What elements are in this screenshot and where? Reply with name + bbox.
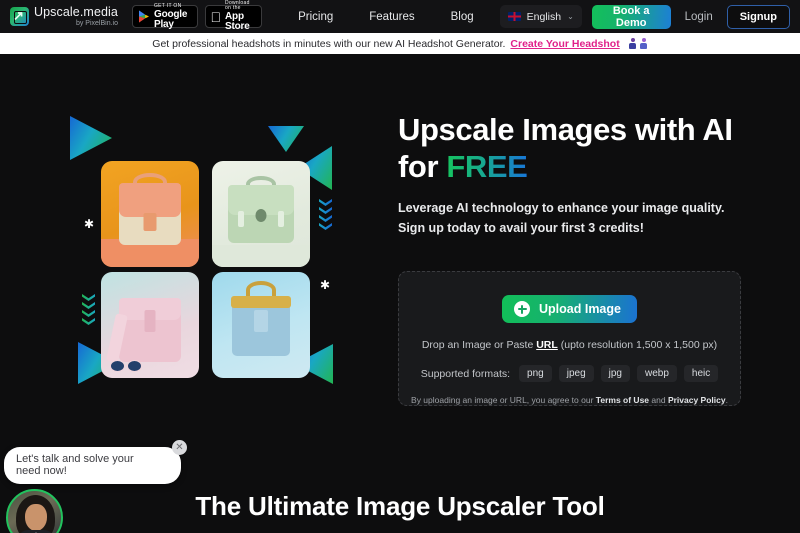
terms-suffix: . bbox=[725, 395, 728, 405]
google-play-badge[interactable]: GET IT ON Google Play bbox=[131, 2, 198, 30]
handbag-green-image bbox=[212, 161, 310, 267]
triangle-gradient-icon bbox=[70, 116, 112, 160]
announcement-bar: Get professional headshots in minutes wi… bbox=[0, 33, 800, 54]
headline-line-2-prefix: for bbox=[398, 148, 447, 184]
sunglasses-icon bbox=[110, 360, 146, 373]
drop-prefix: Drop an Image or Paste bbox=[421, 339, 537, 351]
nav-links: Pricing Features Blog bbox=[280, 11, 492, 23]
upscale-arrow-logo-icon bbox=[10, 6, 29, 26]
triangle-gradient-icon bbox=[268, 126, 304, 152]
person-icon bbox=[629, 38, 637, 49]
upload-image-button[interactable]: Upload Image bbox=[502, 295, 637, 323]
brand-title: Upscale.media bbox=[34, 4, 118, 19]
apple-icon:  bbox=[211, 10, 222, 24]
drop-instruction: Drop an Image or Paste URL (upto resolut… bbox=[422, 339, 717, 351]
app-store-badge-small: Download on the bbox=[217, 0, 250, 11]
terms-prefix: By uploading an image or URL, you agree … bbox=[411, 395, 596, 405]
bottom-section-title: The Ultimate Image Upscaler Tool bbox=[195, 491, 605, 521]
format-chip-jpeg[interactable]: jpeg bbox=[558, 365, 594, 382]
terms-of-use-link[interactable]: Terms of Use bbox=[596, 395, 649, 405]
app-store-badge[interactable]:  Download on the App Store bbox=[204, 1, 263, 32]
brand-text: Upscale.media by PixelBin.io bbox=[34, 6, 118, 28]
hero-subcopy: Leverage AI technology to enhance your i… bbox=[398, 201, 725, 235]
upload-dropzone-card[interactable]: Upload Image Drop an Image or Paste URL … bbox=[398, 271, 741, 406]
login-link[interactable]: Login bbox=[671, 11, 727, 23]
chat-message-text: Let's talk and solve your need now! bbox=[16, 453, 134, 477]
brand-logo[interactable]: Upscale.media by PixelBin.io bbox=[8, 6, 118, 28]
chevron-stack-blue-icon bbox=[319, 199, 332, 230]
drop-suffix: (upto resolution 1,500 x 1,500 px) bbox=[557, 339, 718, 351]
bottom-section: The Ultimate Image Upscaler Tool bbox=[0, 480, 800, 533]
headline-line-1: Upscale Images with AI bbox=[398, 112, 733, 147]
person-icon bbox=[640, 38, 648, 49]
plus-circle-icon bbox=[514, 301, 531, 317]
nav-link-pricing[interactable]: Pricing bbox=[280, 11, 351, 23]
terms-mid: and bbox=[649, 395, 668, 405]
brand-subtitle: by PixelBin.io bbox=[75, 20, 118, 28]
app-store-badge-text: Download on the App Store bbox=[225, 1, 254, 32]
app-store-badge-big: App Store bbox=[217, 11, 250, 32]
page-title: Upscale Images with AI for FREE bbox=[398, 112, 743, 185]
uk-flag-icon bbox=[507, 12, 521, 21]
language-selector[interactable]: English ⌄ bbox=[499, 5, 582, 28]
privacy-policy-link[interactable]: Privacy Policy bbox=[668, 395, 726, 405]
google-play-badge-small: GET IT ON bbox=[153, 2, 182, 9]
format-chip-heic[interactable]: heic bbox=[683, 365, 719, 382]
store-badges: GET IT ON Google Play  Download on the … bbox=[131, 1, 263, 32]
language-label: English bbox=[524, 10, 561, 23]
chat-message-bubble[interactable]: Let's talk and solve your need now! ✕ bbox=[4, 440, 187, 484]
supported-formats: Supported formats: png jpeg jpg webp hei… bbox=[421, 365, 719, 382]
handbag-pink-image bbox=[101, 272, 199, 378]
nav-link-blog[interactable]: Blog bbox=[433, 11, 492, 23]
hero-image-collage: ✱ ✱ bbox=[70, 104, 350, 394]
book-a-demo-button[interactable]: Book a Demo bbox=[591, 4, 671, 29]
handbag-blue-image bbox=[212, 272, 310, 378]
announcement-icons bbox=[629, 38, 648, 49]
close-icon[interactable]: ✕ bbox=[172, 440, 187, 455]
hero-section: ✱ ✱ Upscale Images with AI for FREE Leve… bbox=[0, 54, 800, 480]
google-play-icon bbox=[138, 10, 150, 23]
google-play-badge-big: Google Play bbox=[153, 8, 188, 30]
create-headshot-link[interactable]: Create Your Headshot bbox=[510, 38, 619, 50]
sparkle-icon: ✱ bbox=[84, 217, 95, 231]
nav-link-features[interactable]: Features bbox=[351, 11, 432, 23]
supported-formats-label: Supported formats: bbox=[420, 367, 511, 380]
page-root: Upscale.media by PixelBin.io GET IT ON G… bbox=[0, 0, 800, 533]
handbag-orange-image bbox=[101, 161, 199, 267]
headline-highlight-free: FREE bbox=[446, 148, 528, 184]
format-chip-png[interactable]: png bbox=[519, 365, 552, 382]
top-navigation-bar: Upscale.media by PixelBin.io GET IT ON G… bbox=[0, 0, 800, 33]
terms-notice: By uploading an image or URL, you agree … bbox=[411, 395, 728, 405]
announcement-text: Get professional headshots in minutes wi… bbox=[152, 37, 506, 50]
format-chip-webp[interactable]: webp bbox=[636, 365, 677, 382]
upload-image-button-label: Upload Image bbox=[539, 302, 621, 316]
google-play-badge-text: GET IT ON Google Play bbox=[153, 2, 190, 30]
sparkle-icon: ✱ bbox=[320, 278, 331, 292]
chevron-stack-green-icon bbox=[82, 294, 95, 325]
format-chip-jpg[interactable]: jpg bbox=[600, 365, 630, 382]
hero-copy: Upscale Images with AI for FREE Leverage… bbox=[398, 112, 743, 238]
signup-button[interactable]: Signup bbox=[726, 4, 790, 29]
paste-url-link[interactable]: URL bbox=[536, 339, 558, 351]
chevron-down-icon: ⌄ bbox=[564, 12, 574, 21]
